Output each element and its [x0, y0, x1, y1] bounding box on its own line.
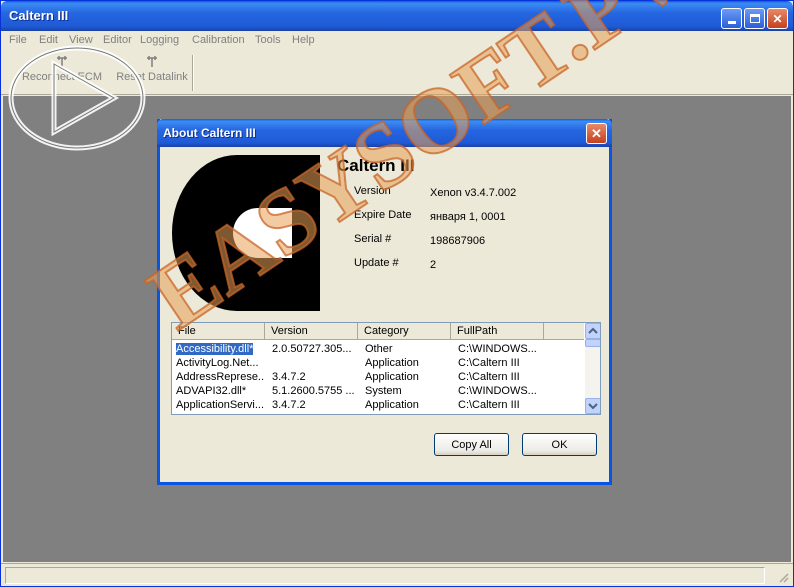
cell-file: Accessibility.dll*: [176, 343, 254, 355]
cell-fullpath: C:\Caltern III: [458, 357, 520, 369]
minimize-button[interactable]: [721, 8, 742, 29]
cell-file: ADVAPI32.dll*: [176, 385, 247, 397]
reset-datalink-label: Reset Datalink: [116, 71, 188, 83]
column-header-file[interactable]: File: [172, 323, 265, 340]
menu-file[interactable]: File: [9, 34, 27, 46]
caltern-logo: [172, 155, 320, 311]
chevron-up-icon: [588, 327, 598, 334]
title-bar[interactable]: Caltern III ✕: [1, 1, 793, 31]
cell-file: ApplicationServi...: [176, 399, 265, 411]
table-row[interactable]: AddressReprese... 3.4.7.2 Application C:…: [172, 371, 584, 385]
cell-version: 3.4.7.2: [272, 371, 306, 383]
table-row[interactable]: ADVAPI32.dll* 5.1.2600.5755 ... System C…: [172, 385, 584, 399]
dialog-title: About Caltern III: [163, 126, 256, 140]
window-title: Caltern III: [9, 8, 69, 23]
column-header-fullpath[interactable]: FullPath: [451, 323, 544, 340]
resize-grip-icon[interactable]: [777, 571, 789, 583]
scroll-thumb[interactable]: [585, 339, 600, 347]
close-icon: ✕: [591, 125, 602, 141]
serial-label: Serial #: [354, 233, 392, 245]
copy-all-button[interactable]: Copy All: [434, 433, 509, 456]
file-list-table[interactable]: File Version Category FullPath Accessibi…: [171, 322, 601, 415]
menu-calibration[interactable]: Calibration: [192, 34, 245, 46]
update-value: 2: [430, 259, 437, 271]
dialog-title-bar[interactable]: About Caltern III ✕: [157, 119, 612, 147]
cell-category: Application: [365, 371, 419, 383]
scroll-up-button[interactable]: [585, 323, 600, 339]
cell-category: Application: [365, 399, 419, 411]
product-name: Caltern III: [337, 156, 415, 175]
table-row[interactable]: ActivityLog.Net... Application C:\Calter…: [172, 357, 584, 371]
minimize-icon: [727, 21, 736, 24]
cell-fullpath: C:\Caltern III: [458, 399, 520, 411]
cell-category: System: [365, 385, 402, 397]
expire-date-label: Expire Date: [354, 209, 412, 221]
table-header: File Version Category FullPath: [172, 323, 584, 340]
cell-version: 3.4.7.2: [272, 399, 306, 411]
chevron-down-icon: [588, 403, 598, 410]
plug-icon: [57, 56, 67, 67]
vertical-scrollbar[interactable]: [585, 323, 600, 414]
plug-icon: [147, 56, 157, 67]
menu-tools[interactable]: Tools: [255, 34, 281, 46]
cell-fullpath: C:\Caltern III: [458, 371, 520, 383]
status-panel: [5, 567, 765, 584]
reconnect-ecm-label: Reconnect ECM: [21, 71, 103, 83]
toolbar-separator: [192, 55, 194, 91]
menu-bar: File Edit View Editor Logging Calibratio…: [1, 31, 793, 51]
cell-category: Other: [365, 343, 393, 355]
version-value: Xenon v3.4.7.002: [430, 187, 517, 199]
maximize-button[interactable]: [744, 8, 765, 29]
cell-version: 2.0.50727.305...: [272, 343, 352, 355]
menu-view[interactable]: View: [69, 34, 93, 46]
menu-edit[interactable]: Edit: [39, 34, 58, 46]
about-dialog: About Caltern III ✕ Caltern III Version …: [157, 119, 612, 485]
ok-button[interactable]: OK: [522, 433, 597, 456]
scroll-down-button[interactable]: [585, 398, 600, 414]
cell-category: Application: [365, 357, 419, 369]
serial-value: 198687906: [430, 235, 486, 247]
close-button[interactable]: ✕: [767, 8, 788, 29]
column-header-category[interactable]: Category: [358, 323, 451, 340]
cell-version: 5.1.2600.5755 ...: [272, 385, 355, 397]
cell-fullpath: C:\WINDOWS...: [458, 343, 537, 355]
column-header-version[interactable]: Version: [265, 323, 358, 340]
cell-file: ActivityLog.Net...: [176, 357, 259, 369]
version-label: Version: [354, 185, 391, 197]
close-icon: ✕: [772, 11, 783, 26]
table-row[interactable]: Accessibility.dll* 2.0.50727.305... Othe…: [172, 343, 584, 357]
menu-logging[interactable]: Logging: [140, 34, 179, 46]
reconnect-ecm-button[interactable]: Reconnect ECM: [19, 55, 105, 91]
update-label: Update #: [354, 257, 399, 269]
menu-editor[interactable]: Editor: [103, 34, 132, 46]
cell-fullpath: C:\WINDOWS...: [458, 385, 537, 397]
cell-file: AddressReprese...: [176, 371, 265, 383]
table-row[interactable]: ApplicationServi... 3.4.7.2 Application …: [172, 399, 584, 413]
status-bar: [1, 563, 793, 586]
expire-date-value: января 1, 0001: [430, 211, 506, 223]
maximize-icon: [749, 14, 760, 23]
menu-help[interactable]: Help: [292, 34, 315, 46]
dialog-close-button[interactable]: ✕: [586, 123, 607, 144]
reset-datalink-button[interactable]: Reset Datalink: [113, 55, 191, 91]
toolbar: Reconnect ECM Reset Datalink: [1, 51, 793, 95]
